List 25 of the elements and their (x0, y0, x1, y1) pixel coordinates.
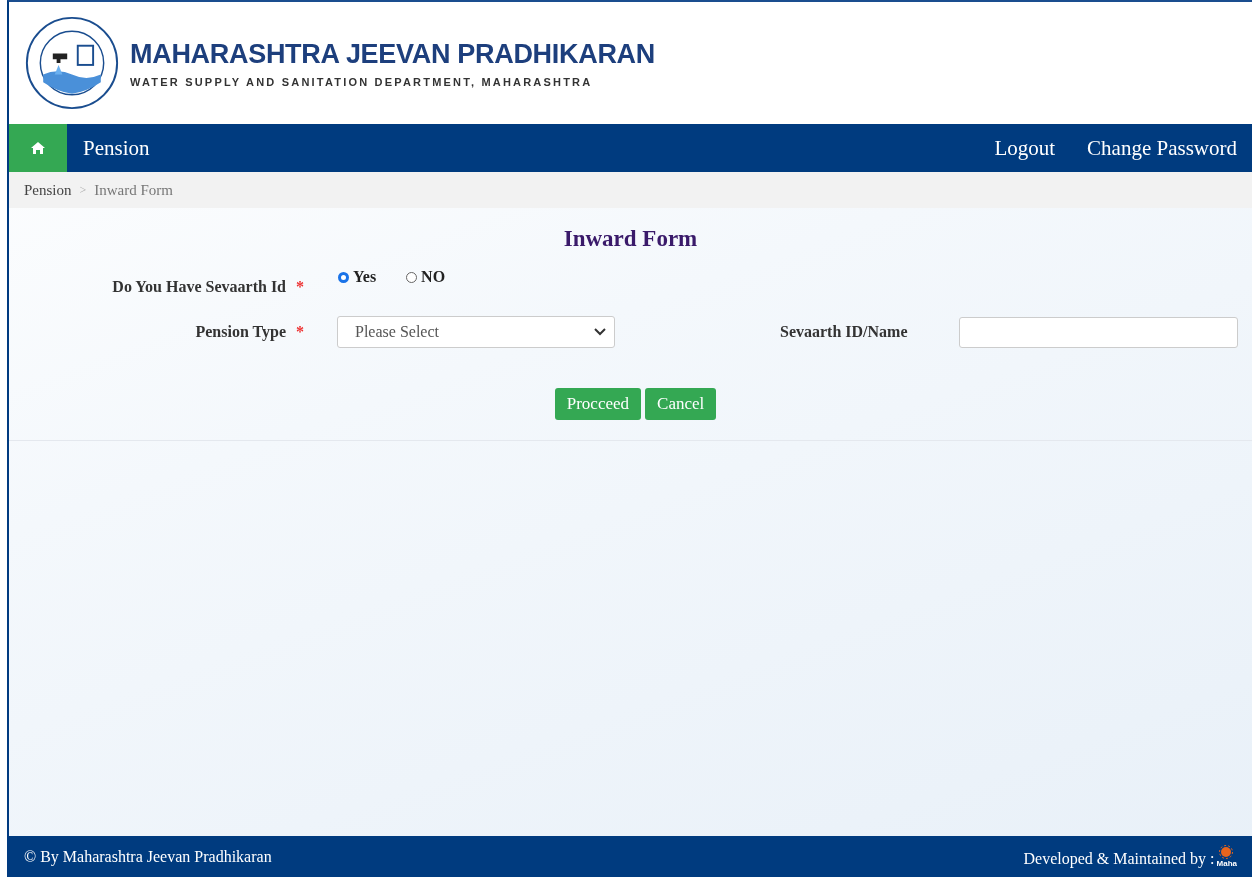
nav-link[interactable]: Change Password (1087, 135, 1237, 161)
field-label: Pension Type (195, 323, 286, 341)
credit-text: Developed & Maintained by : (1023, 850, 1215, 868)
required-mark: * (296, 323, 304, 341)
radio-option[interactable]: NO (406, 268, 446, 286)
field-label: Do You Have Sevaarth Id (112, 278, 286, 296)
breadcrumb-separator: > (79, 182, 87, 198)
copyright-text: © By Maharashtra Jeevan Pradhikaran (24, 847, 272, 866)
home-icon (30, 140, 46, 156)
home-button[interactable] (9, 124, 67, 172)
nav-link[interactable]: Logout (994, 135, 1056, 161)
chevron-down-icon (594, 328, 606, 336)
breadcrumb-link[interactable]: Inward Form (94, 181, 174, 199)
nav-link[interactable]: Pension (83, 135, 150, 161)
site-title: MAHARASHTRA JEEVAN PRADHIKARAN (130, 38, 655, 70)
field-label: Sevaarth ID/Name (780, 323, 909, 341)
form-title: Inward Form (562, 226, 699, 252)
sevaarth-id-field[interactable] (959, 316, 1238, 348)
pension-type-dropdown[interactable]: Please Select (337, 316, 615, 348)
emblem-icon (24, 15, 120, 111)
site-subtitle: WATER SUPPLY AND SANITATION DEPARTMENT, MAHARASHTRA (130, 75, 594, 88)
developer-logo: Maha (1216, 845, 1237, 868)
breadcrumb-link[interactable]: Pension (24, 181, 72, 199)
required-mark: * (296, 278, 304, 296)
radio-option[interactable]: Yes (338, 268, 377, 286)
